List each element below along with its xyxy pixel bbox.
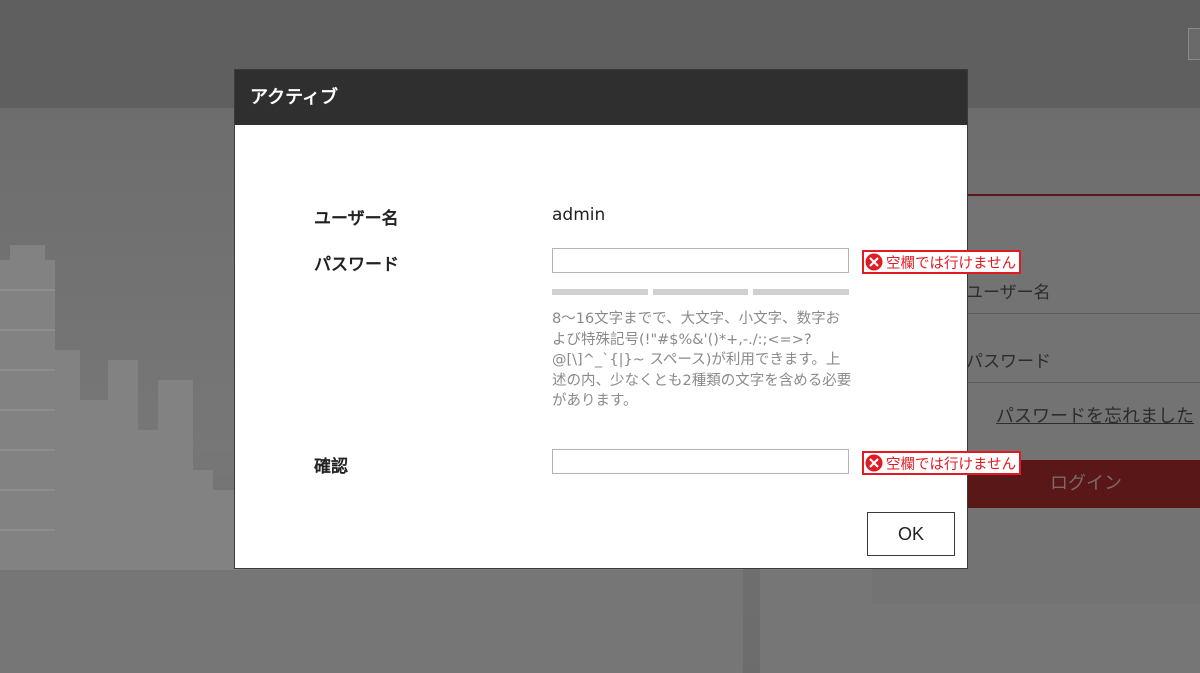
background-username-field: ユーザー名 — [966, 273, 1200, 314]
strength-bar — [552, 289, 648, 295]
confirm-error-text: 空欄では行けません — [886, 456, 1017, 473]
circle-x-icon — [865, 253, 883, 271]
password-error-message: 空欄では行けません — [862, 250, 1022, 274]
confirm-error-message: 空欄では行けません — [862, 451, 1022, 475]
password-requirements-hint: 8～16文字までで、大文字、小文字、数字および特殊記号(!"#$%&'()*+,… — [552, 311, 852, 409]
background-forgot-password-link: パスワードを忘れました — [996, 406, 1194, 427]
dialog-title: アクティブ — [235, 70, 967, 125]
confirm-label: 確認 — [314, 457, 348, 477]
username-label: ユーザー名 — [314, 209, 399, 229]
password-input[interactable] — [552, 248, 849, 273]
confirm-password-input[interactable] — [552, 449, 849, 474]
strength-bar — [652, 289, 749, 295]
circle-x-icon — [865, 454, 883, 472]
activation-dialog: アクティブ ユーザー名 admin パスワード 空欄では行けません 8～16文字… — [234, 69, 1022, 569]
ok-button[interactable]: OK — [867, 512, 955, 556]
background-password-field: パスワード — [966, 342, 1200, 383]
background-top-button — [1188, 28, 1200, 60]
password-label: パスワード — [314, 255, 399, 275]
password-error-text: 空欄では行けません — [886, 255, 1017, 272]
password-strength-meter — [552, 289, 850, 295]
strength-bar — [753, 289, 850, 295]
username-value: admin — [552, 205, 606, 225]
